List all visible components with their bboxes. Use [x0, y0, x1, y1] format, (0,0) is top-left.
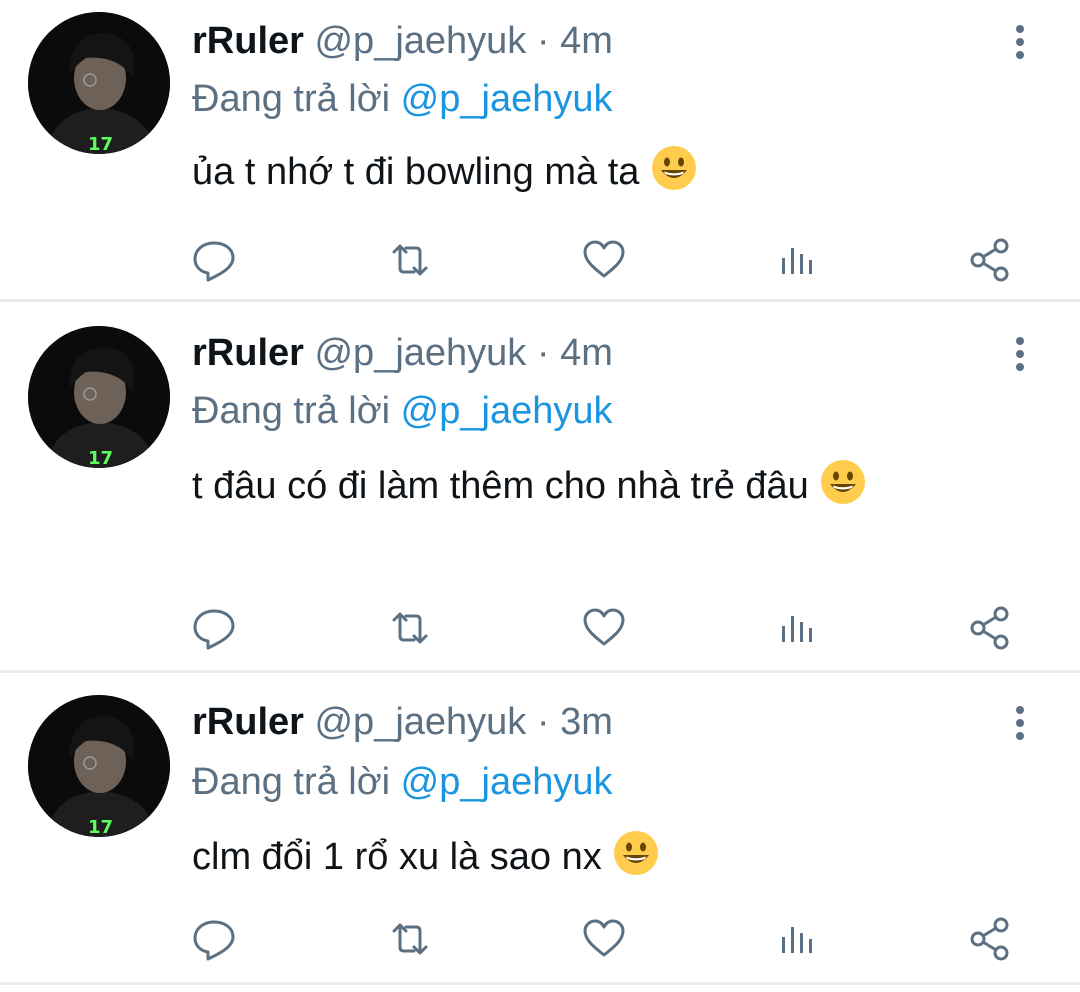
- grinning-face-emoji-icon: [821, 460, 866, 504]
- timestamp[interactable]: 3m: [560, 701, 613, 743]
- reply-icon: [193, 920, 235, 961]
- avatar-image: 17: [28, 695, 170, 837]
- retweet-button[interactable]: [386, 604, 434, 652]
- reply-prefix: Đang trả lời: [192, 761, 391, 803]
- reply-button[interactable]: [190, 236, 238, 284]
- timestamp[interactable]: 4m: [560, 20, 613, 62]
- author-name[interactable]: rRuler: [192, 701, 304, 743]
- analytics-button[interactable]: [774, 236, 822, 284]
- share-icon: [970, 917, 1009, 961]
- avatar-image: 17: [28, 326, 170, 468]
- analytics-icon: [782, 616, 812, 642]
- more-options-button[interactable]: [1004, 20, 1036, 64]
- like-button[interactable]: [580, 915, 628, 963]
- reply-mention-link[interactable]: @p_jaehyuk: [401, 761, 613, 803]
- analytics-icon: [782, 927, 812, 953]
- avatar-image: 17: [28, 12, 170, 154]
- more-vertical-icon: [1016, 25, 1024, 59]
- share-icon: [970, 606, 1009, 650]
- retweet-button[interactable]: [386, 915, 434, 963]
- more-options-button[interactable]: [1004, 332, 1036, 376]
- author-name[interactable]: rRuler: [192, 20, 304, 62]
- tweet-header: rRuler @p_jaehyuk · 4m: [192, 16, 613, 66]
- like-button[interactable]: [580, 604, 628, 652]
- analytics-button[interactable]: [774, 915, 822, 963]
- like-icon: [583, 919, 625, 957]
- separator-dot: ·: [536, 20, 550, 62]
- author-name[interactable]: rRuler: [192, 332, 304, 374]
- reply-prefix: Đang trả lời: [192, 78, 391, 120]
- svg-text:17: 17: [88, 817, 113, 837]
- reply-icon: [193, 241, 235, 282]
- tweet[interactable]: 17 rRuler @p_jaehyuk · 3m Đang trả lời @…: [0, 673, 1080, 985]
- analytics-button[interactable]: [774, 604, 822, 652]
- separator-dot: ·: [536, 332, 550, 374]
- reply-context: Đang trả lời @p_jaehyuk: [192, 757, 613, 807]
- avatar[interactable]: 17: [28, 695, 170, 837]
- share-icon: [970, 238, 1009, 282]
- reply-button[interactable]: [190, 915, 238, 963]
- reply-prefix: Đang trả lời: [192, 390, 391, 432]
- author-handle[interactable]: @p_jaehyuk: [314, 332, 526, 374]
- share-button[interactable]: [966, 915, 1014, 963]
- grinning-face-emoji-icon: [614, 831, 659, 875]
- retweet-icon: [392, 612, 428, 644]
- svg-text:17: 17: [88, 448, 113, 468]
- more-vertical-icon: [1016, 337, 1024, 371]
- timestamp[interactable]: 4m: [560, 332, 613, 374]
- tweet-text-content: t đâu có đi làm thêm cho nhà trẻ đâu: [192, 465, 809, 507]
- share-button[interactable]: [966, 604, 1014, 652]
- more-options-button[interactable]: [1004, 701, 1036, 745]
- reply-button[interactable]: [190, 604, 238, 652]
- tweet-text-content: clm đổi 1 rổ xu là sao nx: [192, 836, 602, 878]
- tweet-header: rRuler @p_jaehyuk · 4m: [192, 328, 613, 378]
- retweet-icon: [392, 923, 428, 955]
- avatar[interactable]: 17: [28, 12, 170, 154]
- tweet-header: rRuler @p_jaehyuk · 3m: [192, 697, 613, 747]
- reply-icon: [193, 609, 235, 650]
- retweet-icon: [392, 244, 428, 276]
- share-button[interactable]: [966, 236, 1014, 284]
- tweet-text: clm đổi 1 rổ xu là sao nx: [192, 827, 1052, 887]
- separator-dot: ·: [536, 701, 550, 743]
- like-icon: [583, 608, 625, 646]
- tweet[interactable]: 17 rRuler @p_jaehyuk · 4m Đang trả lời @…: [0, 0, 1080, 302]
- tweet-text: ủa t nhớ t đi bowling mà ta: [192, 142, 1052, 202]
- tweet-text-content: ủa t nhớ t đi bowling mà ta: [192, 151, 640, 193]
- reply-mention-link[interactable]: @p_jaehyuk: [401, 78, 613, 120]
- reply-mention-link[interactable]: @p_jaehyuk: [401, 390, 613, 432]
- like-icon: [583, 240, 625, 278]
- retweet-button[interactable]: [386, 236, 434, 284]
- avatar[interactable]: 17: [28, 326, 170, 468]
- grinning-face-emoji-icon: [651, 146, 696, 190]
- analytics-icon: [782, 248, 812, 274]
- tweet-text: t đâu có đi làm thêm cho nhà trẻ đâu: [192, 456, 1052, 516]
- like-button[interactable]: [580, 236, 628, 284]
- author-handle[interactable]: @p_jaehyuk: [314, 20, 526, 62]
- reply-context: Đang trả lời @p_jaehyuk: [192, 386, 613, 436]
- tweet[interactable]: 17 rRuler @p_jaehyuk · 4m Đang trả lời @…: [0, 302, 1080, 673]
- svg-text:17: 17: [88, 134, 113, 154]
- author-handle[interactable]: @p_jaehyuk: [314, 701, 526, 743]
- more-vertical-icon: [1016, 706, 1024, 740]
- reply-context: Đang trả lời @p_jaehyuk: [192, 74, 613, 124]
